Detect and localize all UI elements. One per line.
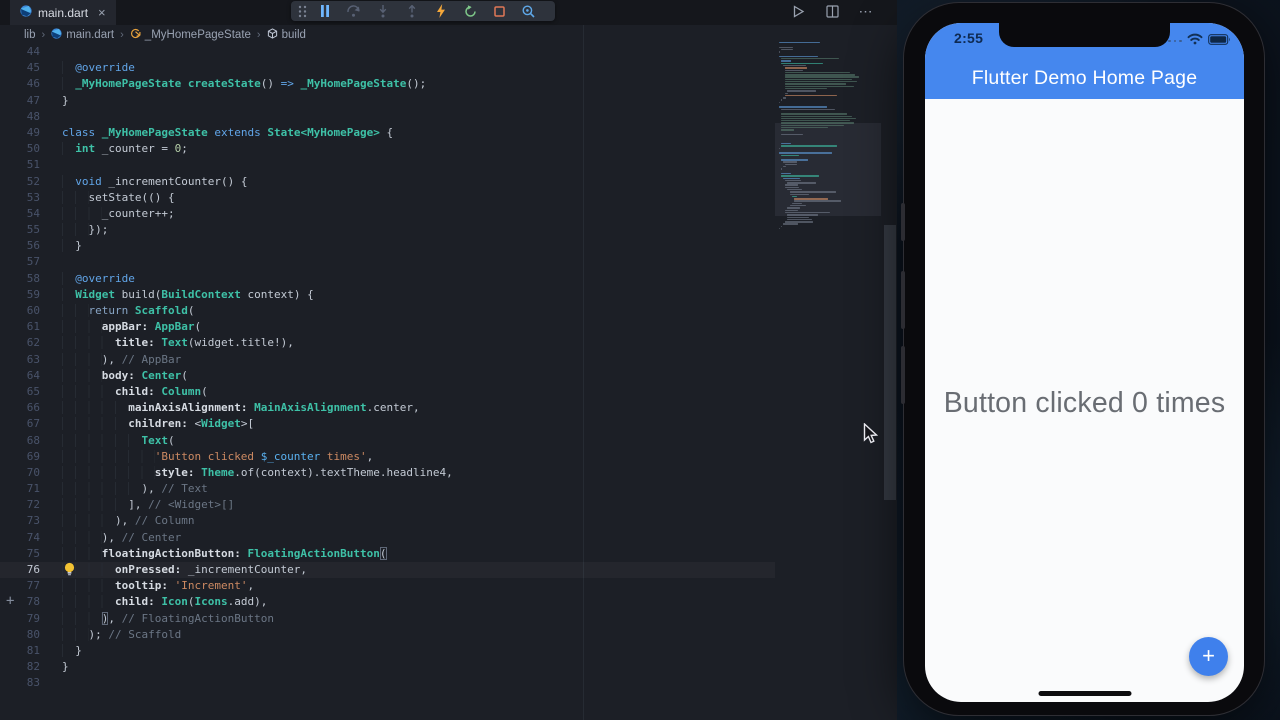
split-editor-icon[interactable]: [823, 2, 841, 20]
debug-toolbar: [291, 1, 555, 21]
breadcrumb: lib › main.dart › _MyHomePageState › bui…: [0, 25, 897, 44]
code-line[interactable]: 67 children: <Widget>[: [0, 416, 775, 432]
code-line[interactable]: 70 style: Theme.of(context).textTheme.he…: [0, 465, 775, 481]
editor-actions: ⋯: [789, 2, 875, 20]
run-icon[interactable]: [789, 2, 807, 20]
widget-inspector-icon[interactable]: [517, 2, 539, 20]
drag-grip-icon[interactable]: [297, 2, 307, 20]
scrollbar-thumb[interactable]: [884, 225, 896, 500]
code-line[interactable]: 76 onPressed: _incrementCounter,: [0, 562, 775, 578]
code-line[interactable]: 62 title: Text(widget.title!),: [0, 335, 775, 351]
chevron-right-icon: ›: [41, 28, 46, 41]
code-line[interactable]: 47}: [0, 93, 775, 109]
breadcrumb-build[interactable]: build: [267, 27, 306, 42]
code-line[interactable]: 51: [0, 157, 775, 173]
code-line[interactable]: 53 setState(() {: [0, 190, 775, 206]
restart-icon[interactable]: [459, 2, 481, 20]
code-line[interactable]: 63 ), // AppBar: [0, 352, 775, 368]
hot-reload-icon[interactable]: [430, 2, 452, 20]
pause-icon[interactable]: [314, 2, 336, 20]
code-line[interactable]: 68 Text(: [0, 433, 775, 449]
code-line[interactable]: 69 'Button clicked $_counter times',: [0, 449, 775, 465]
code-line[interactable]: 81 }: [0, 643, 775, 659]
iphone-simulator: 2:55 Flutter Demo Home Page Button click…: [901, 2, 1265, 716]
code-line[interactable]: 78 child: Icon(Icons.add),: [0, 594, 775, 610]
app-bar-title: Flutter Demo Home Page: [971, 67, 1198, 89]
app-body: Button clicked 0 times +: [925, 99, 1244, 702]
class-symbol-icon: [130, 28, 141, 42]
code-line[interactable]: 60 return Scaffold(: [0, 303, 775, 319]
code-line[interactable]: 55 });: [0, 222, 775, 238]
dart-icon: [20, 4, 32, 22]
plus-icon: +: [1202, 642, 1215, 668]
stop-icon[interactable]: [488, 2, 510, 20]
code-line[interactable]: 80 ); // Scaffold: [0, 627, 775, 643]
code-line[interactable]: 56 }: [0, 238, 775, 254]
wifi-icon: [1187, 32, 1203, 50]
home-indicator[interactable]: [1038, 691, 1131, 696]
chevron-right-icon: ›: [256, 28, 261, 41]
volume-up-button: [901, 271, 905, 329]
step-over-icon[interactable]: [343, 2, 365, 20]
code-line[interactable]: 59 Widget build(BuildContext context) {: [0, 287, 775, 303]
code-line[interactable]: 79 ), // FloatingActionButton: [0, 611, 775, 627]
battery-icon: [1208, 32, 1231, 50]
notch: [999, 23, 1170, 47]
minimap-rows: [779, 42, 879, 233]
counter-text: Button clicked 0 times: [943, 387, 1226, 419]
more-actions-icon[interactable]: ⋯: [857, 2, 875, 20]
app-screen: 2:55 Flutter Demo Home Page Button click…: [925, 23, 1244, 702]
code-line[interactable]: 72 ], // <Widget>[]: [0, 497, 775, 513]
step-out-icon[interactable]: [401, 2, 423, 20]
breadcrumb-lib[interactable]: lib: [24, 29, 36, 41]
close-icon[interactable]: ×: [98, 6, 106, 19]
code-line[interactable]: 45 @override: [0, 60, 775, 76]
step-into-icon[interactable]: [372, 2, 394, 20]
code-line[interactable]: 71 ), // Text: [0, 481, 775, 497]
code-line[interactable]: 58 @override: [0, 271, 775, 287]
mute-switch: [901, 203, 905, 241]
code-line[interactable]: 48: [0, 109, 775, 125]
breadcrumb-main-dart[interactable]: main.dart: [51, 27, 114, 42]
code-line[interactable]: 65 child: Column(: [0, 384, 775, 400]
code-line[interactable]: 82}: [0, 659, 775, 675]
code-line[interactable]: 75 floatingActionButton: FloatingActionB…: [0, 546, 775, 562]
editor-scrollbar[interactable]: [883, 25, 897, 720]
status-time: 2:55: [954, 30, 984, 46]
code-line[interactable]: 77 tooltip: 'Increment',: [0, 578, 775, 594]
volume-down-button: [901, 346, 905, 404]
code-line[interactable]: 49 class _MyHomePageState extends State<M…: [0, 125, 775, 141]
lightbulb-icon[interactable]: [63, 562, 76, 581]
code-line[interactable]: 61 appBar: AppBar(: [0, 319, 775, 335]
code-line[interactable]: 46 _MyHomePageState createState() => _My…: [0, 76, 775, 92]
code-line[interactable]: 57: [0, 254, 775, 270]
code-lines: 44 45 @override 46 _MyHomePageState create…: [0, 44, 775, 692]
dart-icon: [51, 27, 62, 42]
code-editor: main.dart × ⋯ lib › main.dart › _MyHomeP…: [0, 0, 897, 720]
tab-bar: main.dart × ⋯: [0, 0, 897, 25]
minimap[interactable]: [775, 25, 881, 700]
glyph-margin-plus-icon[interactable]: +: [6, 593, 14, 609]
tab-title: main.dart: [38, 5, 89, 20]
code-line[interactable]: 73 ), // Column: [0, 513, 775, 529]
code-line[interactable]: 50 int _counter = 0;: [0, 141, 775, 157]
tab-main-dart[interactable]: main.dart ×: [10, 0, 116, 25]
code-line[interactable]: 74 ), // Center: [0, 530, 775, 546]
code-line[interactable]: 66 mainAxisAlignment: MainAxisAlignment.…: [0, 400, 775, 416]
code-line[interactable]: 44: [0, 44, 775, 60]
breadcrumb-myhomepagestate[interactable]: _MyHomePageState: [130, 28, 251, 42]
code-line[interactable]: 52 void _incrementCounter() {: [0, 174, 775, 190]
code-line[interactable]: 54 _counter++;: [0, 206, 775, 222]
code-line[interactable]: 64 body: Center(: [0, 368, 775, 384]
fab-increment-button[interactable]: +: [1189, 637, 1228, 676]
method-symbol-icon: [267, 27, 278, 42]
code-line[interactable]: 83: [0, 675, 775, 691]
chevron-right-icon: ›: [120, 28, 124, 41]
